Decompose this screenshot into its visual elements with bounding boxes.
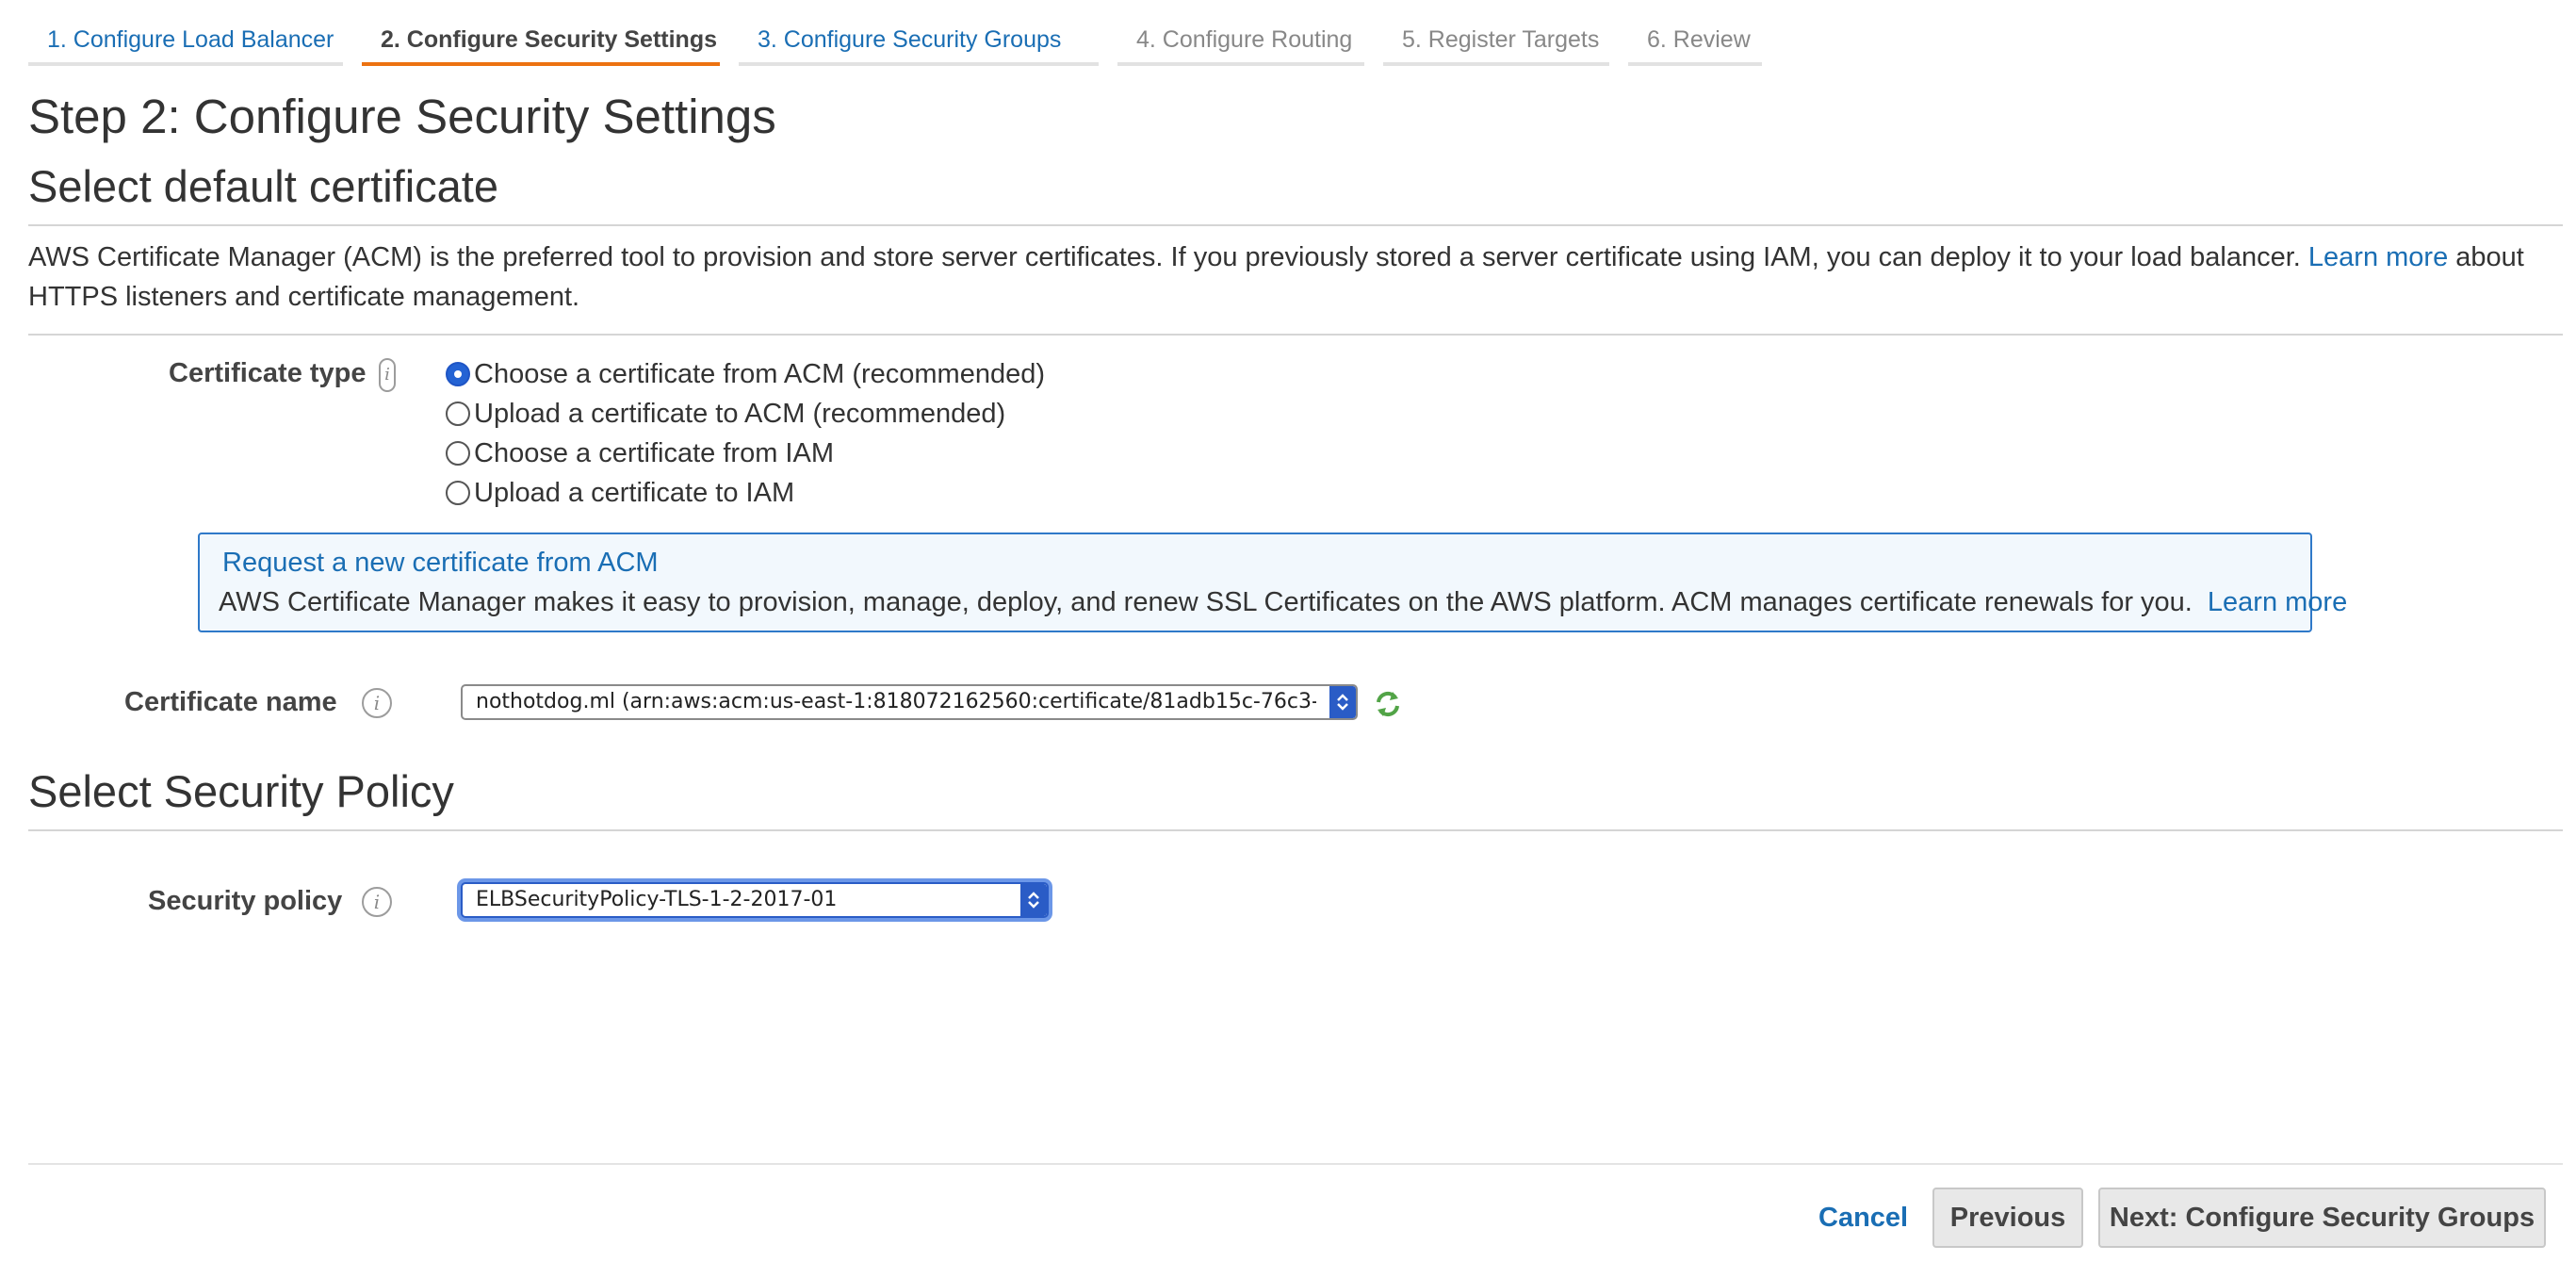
section-divider — [28, 224, 2563, 226]
radio-button-selected[interactable] — [446, 362, 470, 386]
tab-configure-security-groups[interactable]: 3. Configure Security Groups — [739, 13, 1099, 66]
select-arrows-icon — [1329, 686, 1356, 718]
radio-button[interactable] — [446, 441, 470, 466]
request-new-certificate-link[interactable]: Request a new certificate from ACM — [222, 548, 659, 579]
tab-configure-load-balancer[interactable]: 1. Configure Load Balancer — [28, 13, 343, 66]
certificate-description: AWS Certificate Manager (ACM) is the pre… — [28, 238, 2572, 317]
security-policy-value: ELBSecurityPolicy-TLS-1-2-2017-01 — [476, 888, 838, 911]
radio-label: Choose a certificate from IAM — [474, 437, 834, 468]
page-title: Step 2: Configure Security Settings — [28, 90, 776, 143]
next-configure-security-groups-button[interactable]: Next: Configure Security Groups — [2098, 1188, 2546, 1248]
radio-label: Upload a certificate to ACM (recommended… — [474, 398, 1006, 429]
certificate-name-info-icon[interactable]: i — [362, 688, 392, 718]
previous-button[interactable]: Previous — [1932, 1188, 2083, 1248]
security-settings-page: 1. Configure Load Balancer 2. Configure … — [28, 0, 2563, 1278]
radio-upload-acm[interactable]: Upload a certificate to ACM (recommended… — [446, 395, 1005, 433]
tab-review: 6. Review — [1628, 13, 1762, 66]
radio-button[interactable] — [446, 401, 470, 426]
tab-configure-security-settings[interactable]: 2. Configure Security Settings — [362, 13, 720, 66]
cancel-button[interactable]: Cancel — [1818, 1203, 1908, 1234]
certificate-type-label: Certificate type — [169, 358, 367, 388]
radio-label: Upload a certificate to IAM — [474, 477, 795, 508]
select-arrows-icon — [1020, 884, 1047, 916]
security-policy-section-heading: Select Security Policy — [28, 766, 454, 816]
radio-choose-acm[interactable]: Choose a certificate from ACM (recommend… — [446, 355, 1045, 393]
radio-upload-iam[interactable]: Upload a certificate to IAM — [446, 474, 794, 512]
certificate-section-heading: Select default certificate — [28, 161, 498, 211]
description-divider — [28, 334, 2563, 336]
tab-register-targets: 5. Register Targets — [1383, 13, 1609, 66]
security-policy-label: Security policy — [148, 886, 343, 916]
radio-choose-iam[interactable]: Choose a certificate from IAM — [446, 434, 834, 472]
refresh-icon[interactable] — [1372, 688, 1404, 720]
section-divider — [28, 829, 2563, 831]
tab-configure-routing: 4. Configure Routing — [1117, 13, 1364, 66]
certificate-name-label: Certificate name — [124, 687, 337, 717]
security-policy-info-icon[interactable]: i — [362, 887, 392, 917]
certificate-name-value: nothotdog.ml (arn:aws:acm:us-east-1:8180… — [476, 690, 1316, 713]
footer-divider — [28, 1163, 2563, 1165]
acm-info-box: Request a new certificate from ACM AWS C… — [198, 532, 2347, 632]
certificate-name-select[interactable]: nothotdog.ml (arn:aws:acm:us-east-1:8180… — [461, 684, 1358, 720]
certificate-type-info-icon[interactable]: i — [379, 358, 396, 392]
description-text: AWS Certificate Manager (ACM) is the pre… — [28, 242, 2301, 272]
radio-label: Choose a certificate from ACM (recommend… — [474, 358, 1045, 389]
security-policy-select[interactable]: ELBSecurityPolicy-TLS-1-2-2017-01 — [461, 882, 1049, 918]
acm-learn-more-link[interactable]: Learn more — [2208, 587, 2347, 617]
learn-more-https-link[interactable]: Learn more — [2308, 242, 2448, 272]
acm-description: AWS Certificate Manager makes it easy to… — [219, 587, 2193, 617]
radio-button[interactable] — [446, 481, 470, 505]
acm-info-text: AWS Certificate Manager makes it easy to… — [219, 587, 2347, 618]
